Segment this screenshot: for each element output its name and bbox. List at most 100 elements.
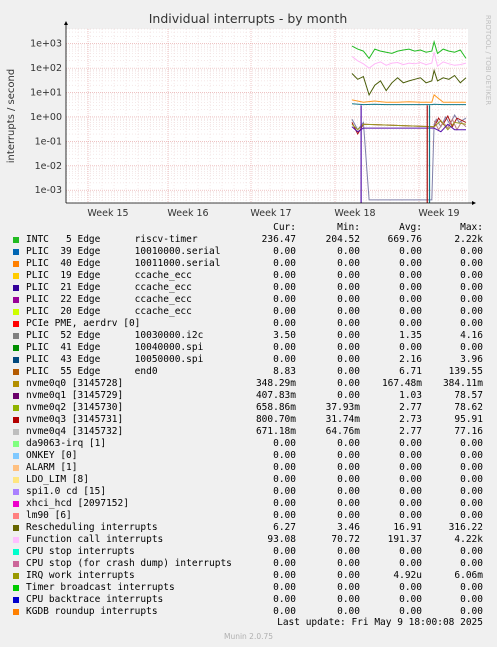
y-axis-arrow <box>64 21 68 25</box>
legend-swatch <box>13 525 19 531</box>
legend-avg: 0.00 <box>399 498 422 509</box>
x-tick-label: Week 18 <box>334 208 375 219</box>
legend-max: 0.00 <box>460 510 483 521</box>
legend-max: 0.00 <box>460 306 483 317</box>
legend-label: CPU stop (for crash dump) interrupts <box>26 558 232 569</box>
legend-cur: 0.00 <box>273 318 296 329</box>
legend-min: 0.00 <box>337 510 360 521</box>
legend-row: CPU stop interrupts 0.00 0.00 0.00 0.00 <box>0 546 497 558</box>
legend-label: PLIC 39 Edge 10010000.serial <box>26 246 221 257</box>
y-tick-label: 1e-02 <box>35 161 62 172</box>
legend-row: PLIC 43 Edge 10050000.spi 0.00 0.00 2.16 3.9… <box>0 354 497 366</box>
legend-row: PLIC 22 Edge ccache_ecc 0.00 0.00 0.00 0.00 <box>0 294 497 306</box>
legend-min: 31.74m <box>325 414 360 425</box>
legend-max: 78.57 <box>454 390 483 401</box>
legend-swatch <box>13 501 19 507</box>
legend-row: IRQ work interrupts 0.00 0.00 4.92u 6.06m <box>0 570 497 582</box>
y-tick-label: 1e+01 <box>30 88 62 99</box>
legend-min: 0.00 <box>337 582 360 593</box>
legend-cur: 0.00 <box>273 294 296 305</box>
legend-label: INTC 5 Edge riscv-timer <box>26 234 198 245</box>
legend-avg: 167.48m <box>381 378 422 389</box>
legend-row: nvme0q0 [3145728] 348.29m 0.00 167.48m 384.1… <box>0 378 497 390</box>
plot-area <box>66 29 468 203</box>
legend-swatch <box>13 489 19 495</box>
legend-swatch <box>13 405 19 411</box>
legend-max: 0.00 <box>460 498 483 509</box>
legend-min: 0.00 <box>337 570 360 581</box>
legend-cur: 407.83m <box>255 390 296 401</box>
legend-min: 204.52 <box>325 234 360 245</box>
legend-avg: 0.00 <box>399 594 422 605</box>
legend-max: 0.00 <box>460 474 483 485</box>
legend-max: 6.06m <box>454 570 483 581</box>
legend-label: PLIC 43 Edge 10050000.spi <box>26 354 204 365</box>
legend-cur: 0.00 <box>273 246 296 257</box>
legend-row: CPU backtrace interrupts 0.00 0.00 0.00 0.00 <box>0 594 497 606</box>
legend-avg: 0.00 <box>399 306 422 317</box>
legend-avg: 0.00 <box>399 246 422 257</box>
legend-row: PLIC 19 Edge ccache_ecc 0.00 0.00 0.00 0.00 <box>0 270 497 282</box>
legend-max: 0.00 <box>460 258 483 269</box>
legend-avg: 669.76 <box>387 234 422 245</box>
legend-swatch <box>13 429 19 435</box>
legend-avg: 0.00 <box>399 558 422 569</box>
legend-row: nvme0q2 [3145730] 658.86m 37.93m 2.77 78.62 <box>0 402 497 414</box>
legend-max: 0.00 <box>460 558 483 569</box>
legend-min: 0.00 <box>337 282 360 293</box>
legend-avg: 0.00 <box>399 294 422 305</box>
legend-header-min: Min: <box>337 222 360 233</box>
legend-min: 0.00 <box>337 438 360 449</box>
legend-cur: 0.00 <box>273 546 296 557</box>
legend-cur: 0.00 <box>273 354 296 365</box>
legend-cur: 0.00 <box>273 498 296 509</box>
legend-cur: 658.86m <box>255 402 296 413</box>
legend-label: spi1.0 cd [15] <box>26 486 107 497</box>
legend-row: Rescheduling interrupts 6.27 3.46 16.91 316.… <box>0 522 497 534</box>
legend-avg: 0.00 <box>399 438 422 449</box>
legend-min: 0.00 <box>337 594 360 605</box>
rrdtool-watermark: RRDTOOL / TOBI OETIKER <box>484 15 492 105</box>
legend-swatch <box>13 249 19 255</box>
x-tick-label: Week 15 <box>87 208 128 219</box>
legend-avg: 0.00 <box>399 486 422 497</box>
legend-cur: 0.00 <box>273 450 296 461</box>
legend-cur: 0.00 <box>273 570 296 581</box>
legend-min: 0.00 <box>337 498 360 509</box>
legend-min: 0.00 <box>337 270 360 281</box>
legend-max: 0.00 <box>460 582 483 593</box>
legend-swatch <box>13 369 19 375</box>
legend-label: nvme0q0 [3145728] <box>26 378 124 389</box>
legend-label: ONKEY [0] <box>26 450 78 461</box>
munin-version: Munin 2.0.75 <box>223 632 274 641</box>
legend-min: 0.00 <box>337 342 360 353</box>
legend-max: 0.00 <box>460 294 483 305</box>
legend-cur: 0.00 <box>273 510 296 521</box>
legend-max: 384.11m <box>442 378 483 389</box>
legend-max: 0.00 <box>460 282 483 293</box>
legend-swatch <box>13 513 19 519</box>
legend-max: 95.91 <box>454 414 483 425</box>
last-update: Last update: Fri May 9 18:00:08 2025 <box>277 617 483 628</box>
legend-min: 37.93m <box>325 402 360 413</box>
legend-label: nvme0q1 [3145729] <box>26 390 124 401</box>
legend-min: 0.00 <box>337 366 360 377</box>
chart-title: Individual interrupts - by month <box>149 11 348 26</box>
legend-label: nvme0q3 [3145731] <box>26 414 124 425</box>
legend-min: 0.00 <box>337 246 360 257</box>
legend-swatch <box>13 393 19 399</box>
legend-swatch <box>13 273 19 279</box>
legend-max: 0.00 <box>460 594 483 605</box>
legend-swatch <box>13 561 19 567</box>
legend-label: PLIC 41 Edge 10040000.spi <box>26 342 204 353</box>
legend-avg: 0.00 <box>399 258 422 269</box>
legend-label: PLIC 55 Edge end0 <box>26 366 158 377</box>
interrupts-chart: 1e+03 1e+02 1e+01 1e+00 1e-01 1e-02 1e-03 Week … <box>6 11 492 219</box>
legend-max: 3.96 <box>460 354 483 365</box>
legend-row: PLIC 40 Edge 10011000.serial 0.00 0.00 0.00… <box>0 258 497 270</box>
legend-swatch <box>13 345 19 351</box>
legend-avg: 2.16 <box>399 354 422 365</box>
legend-cur: 0.00 <box>273 462 296 473</box>
legend-swatch <box>13 321 19 327</box>
legend-max: 0.00 <box>460 486 483 497</box>
